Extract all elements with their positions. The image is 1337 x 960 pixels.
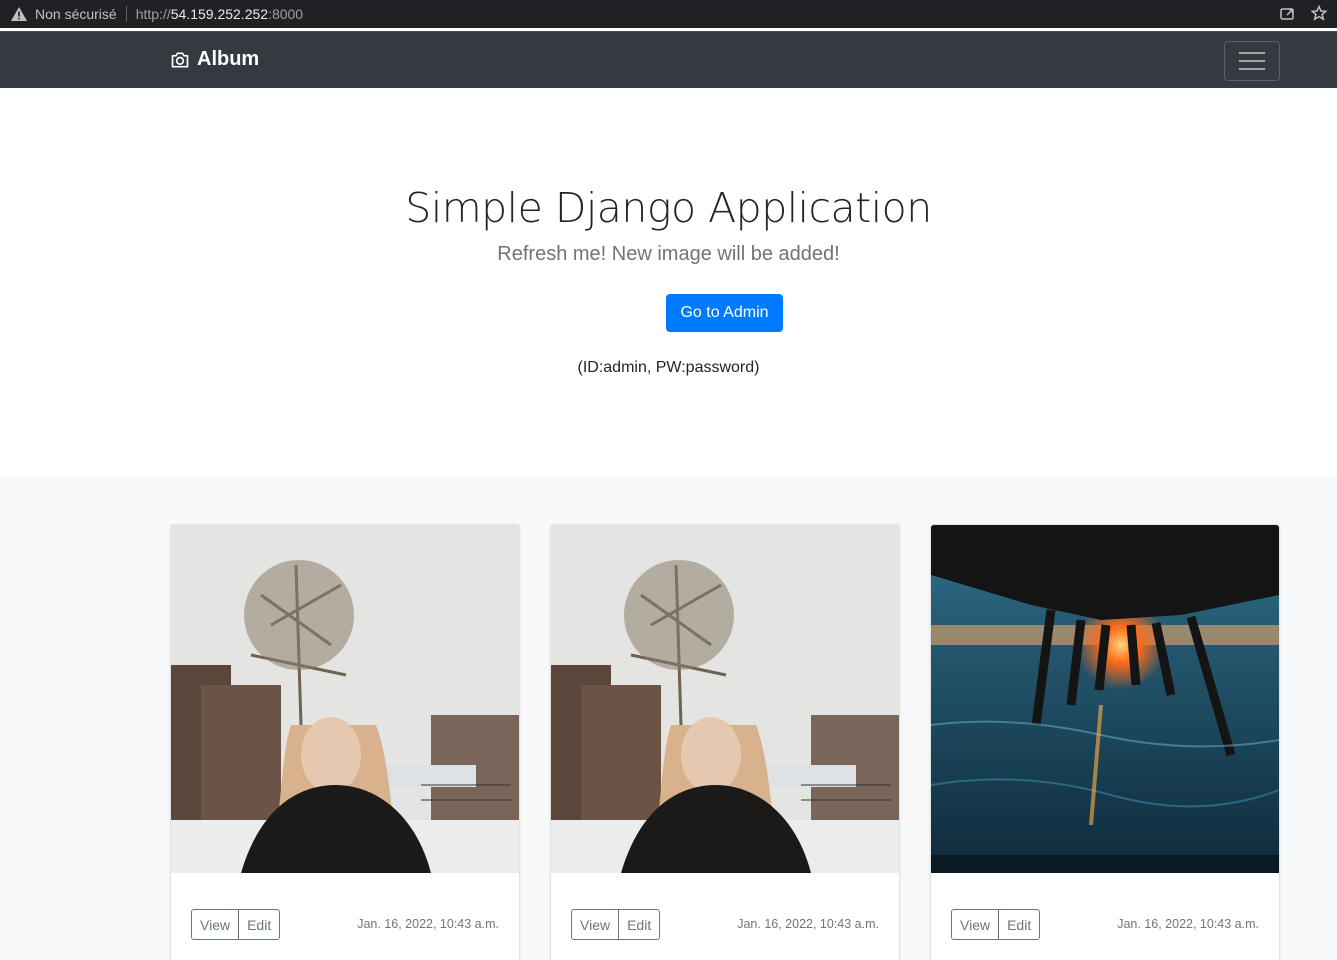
edit-button[interactable]: Edit: [239, 909, 281, 940]
navbar-brand[interactable]: Album: [170, 48, 259, 71]
url-field[interactable]: http://54.159.252.252:8000: [136, 6, 303, 22]
album-card: View Edit Jan. 16, 2022, 10:43 a.m.: [550, 524, 900, 960]
credentials-text: (ID:admin, PW:password): [577, 359, 760, 376]
navbar-toggler-button[interactable]: [1224, 41, 1280, 81]
lead-text: Refresh me! New image will be added!: [497, 243, 840, 265]
card-action-group: View Edit: [571, 909, 661, 940]
warning-icon: [11, 7, 27, 21]
view-button[interactable]: View: [951, 909, 1000, 940]
url-host: 54.159.252.252: [170, 6, 269, 22]
security-label[interactable]: Non sécurisé: [35, 6, 117, 22]
hamburger-icon-line: [1239, 52, 1265, 54]
hamburger-icon-line: [1239, 68, 1265, 70]
woman-in-snow-photo[interactable]: [551, 525, 899, 873]
address-separator: [125, 6, 127, 22]
url-port: :8000: [268, 6, 304, 22]
edit-button[interactable]: Edit: [999, 909, 1041, 940]
brand-label: Album: [197, 48, 260, 70]
card-date: Jan. 16, 2022, 10:43 a.m.: [357, 917, 499, 931]
view-button[interactable]: View: [191, 909, 240, 940]
url-scheme: http://: [135, 6, 171, 22]
woman-in-snow-photo[interactable]: [171, 525, 519, 873]
card-action-group: View Edit: [951, 909, 1041, 940]
browser-address-bar: Non sécurisé http://54.159.252.252:8000: [0, 0, 1337, 28]
album-section: View Edit Jan. 16, 2022, 10:43 a.m. View…: [0, 476, 1337, 960]
star-icon[interactable]: [1311, 5, 1327, 21]
edit-button[interactable]: Edit: [619, 909, 661, 940]
card-action-group: View Edit: [191, 909, 281, 940]
go-to-admin-button[interactable]: Go to Admin: [666, 294, 783, 332]
album-card: View Edit Jan. 16, 2022, 10:43 a.m.: [170, 524, 520, 960]
camera-icon: [171, 52, 189, 67]
album-card: View Edit Jan. 16, 2022, 10:43 a.m.: [930, 524, 1280, 960]
pier-sunset-photo[interactable]: [931, 525, 1279, 873]
navbar: Album: [0, 31, 1337, 88]
card-date: Jan. 16, 2022, 10:43 a.m.: [737, 917, 879, 931]
view-button[interactable]: View: [571, 909, 620, 940]
browser-actions: [1279, 5, 1327, 21]
hamburger-icon-line: [1239, 60, 1265, 62]
jumbotron: Simple Django Application Refresh me! Ne…: [0, 88, 1337, 476]
page-title: Simple Django Application: [405, 184, 932, 232]
card-date: Jan. 16, 2022, 10:43 a.m.: [1117, 917, 1259, 931]
share-icon[interactable]: [1279, 5, 1295, 21]
